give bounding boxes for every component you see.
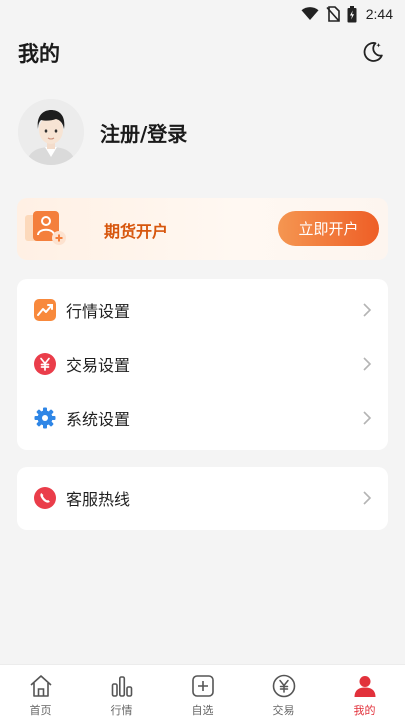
plus-square-icon [191,675,214,697]
wifi-icon [301,7,319,20]
open-account-button[interactable]: 立即开户 [278,211,379,246]
market-settings-label: 行情设置 [66,302,131,321]
chevron-right-icon [363,357,372,371]
tab-trade[interactable]: 交易 [243,665,324,720]
tab-watchlist-label: 自选 [191,704,214,717]
status-time: 2:44 [365,6,393,22]
bar-chart-icon [111,676,132,697]
system-settings-label: 系统设置 [66,410,131,429]
bottom-tab-bar: 首页 行情 自选 交易 我的 [0,664,405,720]
settings-card: 行情设置 交易设置 系统设置 [17,279,388,450]
futures-account-label: 期货开户 [104,222,169,241]
default-avatar-icon [18,99,84,165]
no-sim-icon [326,6,340,22]
account-open-icon [25,211,66,245]
support-card: 客服热线 [17,467,388,530]
chevron-right-icon [363,491,372,505]
tab-home[interactable]: 首页 [0,665,81,720]
trade-settings-item[interactable]: 交易设置 [17,337,388,391]
page-title: 我的 [18,42,60,66]
tab-market[interactable]: 行情 [81,665,162,720]
market-settings-item[interactable]: 行情设置 [17,283,388,337]
futures-account-banner[interactable]: 期货开户 立即开户 [17,198,388,260]
register-login-link[interactable]: 注册/登录 [100,118,187,147]
tab-market-label: 行情 [110,704,133,717]
yen-circle-icon [272,674,295,698]
tab-mine-label: 我的 [353,704,376,717]
customer-service-hotline-label: 客服热线 [66,490,131,509]
profile-section[interactable]: 注册/登录 [18,98,187,166]
night-mode-moon-icon[interactable] [361,40,385,64]
chart-trend-icon [34,299,56,321]
chevron-right-icon [363,411,372,425]
tab-mine[interactable]: 我的 [324,665,405,720]
customer-service-hotline-item[interactable]: 客服热线 [17,471,388,525]
gear-icon [34,407,56,429]
battery-icon [347,5,357,22]
phone-icon [34,487,56,509]
status-bar: 2:44 [0,0,405,28]
header: 我的 [0,28,405,76]
tab-trade-label: 交易 [272,704,295,717]
tab-watchlist[interactable]: 自选 [162,665,243,720]
yen-icon [34,353,56,375]
system-settings-item[interactable]: 系统设置 [17,391,388,445]
chevron-right-icon [363,303,372,317]
avatar[interactable] [18,99,84,165]
tab-home-label: 首页 [29,704,52,717]
home-icon [29,675,52,697]
person-icon [354,676,375,697]
trade-settings-label: 交易设置 [66,356,131,375]
